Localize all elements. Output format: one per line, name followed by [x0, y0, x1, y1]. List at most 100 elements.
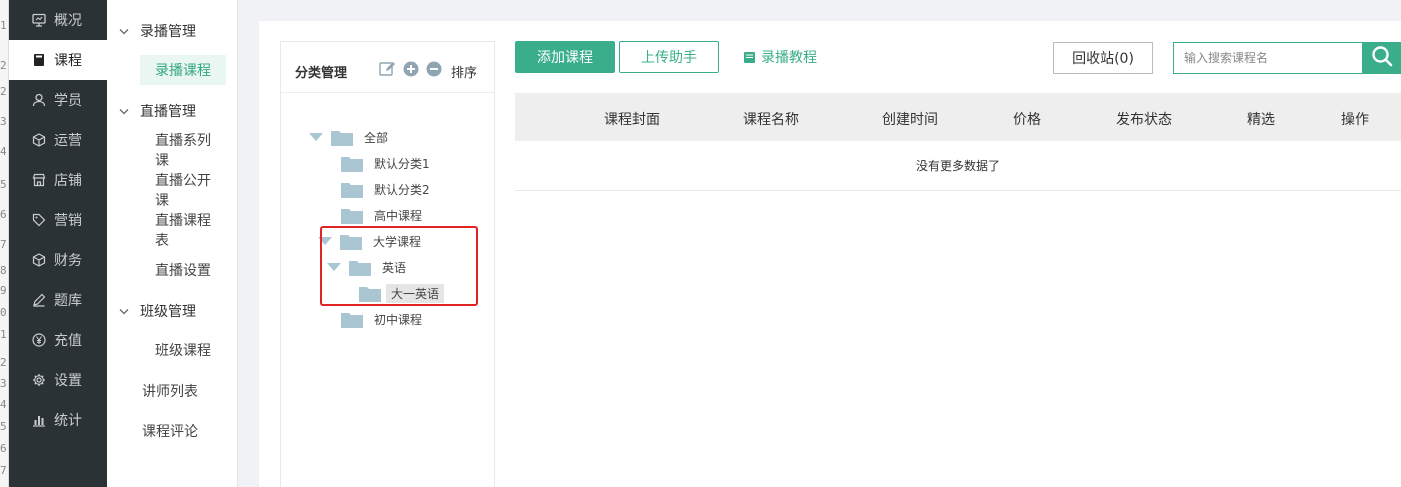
caret-down-icon[interactable]: [318, 236, 332, 246]
nav-label: 充值: [54, 333, 82, 349]
bar-chart-icon: [32, 413, 46, 427]
nav-item-question-bank[interactable]: 题库: [9, 280, 107, 320]
nav-label: 设置: [54, 373, 82, 389]
tree-node-university[interactable]: 大学课程: [318, 230, 421, 252]
subnav-group-live[interactable]: 直播管理: [119, 101, 196, 121]
recycle-bin-button[interactable]: 回收站(0): [1053, 42, 1153, 74]
nav-label: 统计: [54, 413, 82, 429]
column-header-created: 创建时间: [882, 112, 938, 128]
caret-down-icon[interactable]: [327, 262, 341, 272]
tree-node-high-school[interactable]: 高中课程: [341, 204, 422, 226]
tree-node-label: 初中课程: [374, 312, 423, 327]
column-header-actions: 操作: [1341, 112, 1369, 128]
nav-item-course[interactable]: 课程: [9, 40, 107, 80]
column-header-cover: 课程封面: [604, 112, 660, 128]
recording-tutorial-link[interactable]: 录播教程: [743, 47, 817, 67]
category-header: 分类管理 排序: [281, 42, 494, 93]
nav-label: 概况: [54, 13, 82, 29]
tree-node-label: 默认分类1: [374, 156, 430, 171]
tree-node-label: 大一英语: [386, 283, 445, 303]
nav-item-marketing[interactable]: 营销: [9, 200, 107, 240]
subnav-item-live-settings[interactable]: 直播设置: [140, 255, 226, 285]
tree-node-junior-high[interactable]: 初中课程: [341, 308, 422, 330]
column-header-name: 课程名称: [743, 112, 799, 128]
nav-item-overview[interactable]: 概况: [9, 0, 107, 40]
edge-digit: 1: [0, 328, 7, 341]
main-nav: 概况 课程 学员 运营 店铺 营销 财务 题库 充值 设置 统计: [9, 0, 107, 487]
nav-label: 课程: [54, 53, 82, 69]
edge-digit: 5: [0, 420, 7, 433]
nav-item-store[interactable]: 店铺: [9, 160, 107, 200]
left-edge-strip: 1 2 2 3 4 5 6 7 8 9 0 1 2 3 4 5 6 7: [0, 0, 9, 487]
edge-digit: 7: [0, 464, 7, 477]
column-header-featured: 精选: [1247, 112, 1275, 128]
subnav-item-course-comments[interactable]: 课程评论: [142, 421, 198, 441]
tree-node-default1[interactable]: 默认分类1: [341, 152, 430, 174]
search-button[interactable]: [1362, 42, 1401, 74]
sub-nav: 录播管理 录播课程 直播管理 直播系列课 直播公开课 直播课程表 直播设置 班级…: [107, 0, 238, 487]
nav-label: 店铺: [54, 173, 82, 189]
edge-digit: 0: [0, 306, 7, 319]
subnav-group-class[interactable]: 班级管理: [119, 301, 196, 321]
cube-icon: [32, 133, 46, 147]
upload-helper-button[interactable]: 上传助手: [619, 41, 719, 73]
tree-node-english[interactable]: 英语: [327, 256, 406, 278]
nav-item-students[interactable]: 学员: [9, 80, 107, 120]
subnav-item-recorded-course[interactable]: 录播课程: [140, 55, 226, 85]
subnav-group-label: 班级管理: [140, 304, 196, 320]
subnav-item-live-open[interactable]: 直播公开课: [140, 173, 237, 209]
caret-down-icon[interactable]: [309, 132, 323, 142]
subnav-group-recorded[interactable]: 录播管理: [119, 21, 196, 41]
sort-button[interactable]: 排序: [451, 62, 477, 81]
subnav-item-label: 直播课程表: [155, 213, 211, 249]
tree-node-default2[interactable]: 默认分类2: [341, 178, 430, 200]
edge-digit: 2: [0, 59, 7, 72]
tree-node-freshman-english[interactable]: 大一英语: [359, 282, 445, 304]
folder-icon: [359, 285, 381, 302]
course-search-input[interactable]: [1173, 42, 1363, 74]
nav-label: 学员: [54, 93, 82, 109]
tree-node-label: 高中课程: [374, 208, 423, 223]
subnav-item-label: 录播课程: [155, 63, 211, 79]
nav-item-finance[interactable]: 财务: [9, 240, 107, 280]
pencil-icon: [32, 293, 46, 307]
nav-item-operations[interactable]: 运营: [9, 120, 107, 160]
edge-digit: 9: [0, 284, 7, 297]
subnav-item-label: 直播公开课: [155, 173, 211, 209]
add-course-button[interactable]: 添加课程: [515, 41, 615, 73]
nav-label: 题库: [54, 293, 82, 309]
nav-item-settings[interactable]: 设置: [9, 360, 107, 400]
recording-tutorial-label: 录播教程: [761, 50, 817, 66]
nav-item-statistics[interactable]: 统计: [9, 400, 107, 440]
tree-node-label: 英语: [382, 260, 407, 275]
nav-label: 财务: [54, 253, 82, 269]
folder-icon: [341, 311, 363, 328]
subnav-item-class-course[interactable]: 班级课程: [140, 335, 226, 365]
folder-icon: [341, 155, 363, 172]
edge-digit: 6: [0, 208, 7, 221]
empty-table-message: 没有更多数据了: [515, 141, 1401, 191]
course-table-header: 课程封面 课程名称 创建时间 价格 发布状态 精选 操作: [515, 93, 1401, 141]
edge-digit: 7: [0, 238, 7, 251]
subnav-item-live-series[interactable]: 直播系列课: [140, 133, 237, 169]
edge-digit: 6: [0, 442, 7, 455]
chevron-down-icon: [119, 108, 131, 115]
column-header-price: 价格: [1013, 112, 1041, 128]
user-icon: [32, 93, 46, 107]
edge-digit: 3: [0, 377, 7, 390]
tree-node-all[interactable]: 全部: [309, 126, 388, 148]
subnav-item-live-schedule[interactable]: 直播课程表: [140, 213, 237, 249]
folder-icon: [341, 181, 363, 198]
remove-circle-icon[interactable]: [426, 61, 442, 81]
store-icon: [32, 173, 46, 187]
subnav-item-teacher-list[interactable]: 讲师列表: [142, 381, 198, 401]
cube-icon: [32, 253, 46, 267]
tag-icon: [32, 213, 46, 227]
folder-icon: [349, 259, 371, 276]
nav-item-recharge[interactable]: 充值: [9, 320, 107, 360]
edit-icon[interactable]: [379, 61, 396, 81]
folder-icon: [341, 207, 363, 224]
tree-node-label: 全部: [364, 130, 389, 145]
add-circle-icon[interactable]: [403, 61, 419, 81]
subnav-group-label: 直播管理: [140, 104, 196, 120]
